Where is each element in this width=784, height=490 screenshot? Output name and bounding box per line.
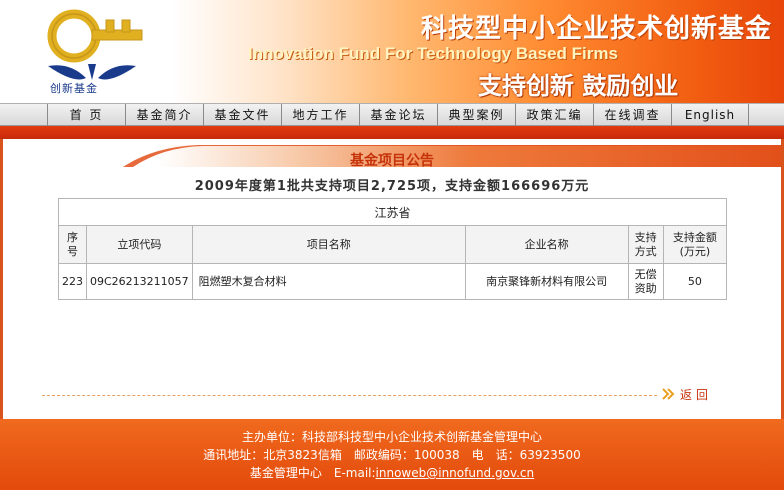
nav-item-english[interactable]: English xyxy=(671,104,749,126)
cell-code: 09C26213211057 xyxy=(86,263,193,300)
footer-email-prefix: 基金管理中心 E-mail: xyxy=(249,466,376,480)
cell-company: 南京聚锋新材料有限公司 xyxy=(464,263,629,300)
nav-item-home[interactable]: 首 页 xyxy=(47,104,125,126)
header-seq: 序号 xyxy=(58,225,87,264)
header-mode: 支持方式 xyxy=(627,225,664,264)
cell-seq: 223 xyxy=(58,263,87,300)
header-company: 企业名称 xyxy=(464,225,629,264)
province-name: 江苏省 xyxy=(58,198,727,226)
nav-item-fund-forum[interactable]: 基金论坛 xyxy=(359,104,437,126)
cell-project: 阻燃塑木复合材料 xyxy=(191,263,466,300)
footer-address: 通讯地址：北京3823信箱 邮政编码：100038 电 话：63923500 xyxy=(203,448,581,462)
site-header: 创新基金 科技型中小企业技术创新基金 Innovation Fund For T… xyxy=(0,0,784,103)
double-chevron-right-icon xyxy=(662,388,675,400)
notice-title: 基金项目公告 xyxy=(350,153,434,169)
header-project: 项目名称 xyxy=(191,225,466,264)
main-nav: 首 页 基金简介 基金文件 地方工作 基金论坛 典型案例 政策汇编 在线调查 E… xyxy=(0,103,784,126)
nav-item-online-survey[interactable]: 在线调查 xyxy=(593,104,671,126)
nav-item-fund-intro[interactable]: 基金简介 xyxy=(125,104,203,126)
footer-contact: 基金管理中心 E-mail:innoweb@innofund.gov.cn xyxy=(0,464,784,482)
cell-amount: 50 xyxy=(662,263,728,300)
footer-organizer: 主办单位：科技部科技型中小企业技术创新基金管理中心 xyxy=(241,430,542,444)
header-code: 立项代码 xyxy=(86,225,193,264)
back-label: 返回 xyxy=(680,387,713,402)
site-title-english: Innovation Fund For Technology Based Fir… xyxy=(248,44,618,63)
logo-text: 创新基金 xyxy=(50,82,98,95)
site-title-chinese: 科技型中小企业技术创新基金 xyxy=(420,14,772,44)
back-link[interactable]: 返回 xyxy=(662,386,712,402)
cell-mode: 无偿资助 xyxy=(627,263,664,300)
site-slogan: 支持创新 鼓励创业 xyxy=(478,72,679,100)
site-footer: 主办单位：科技部科技型中小企业技术创新基金管理中心 通讯地址：北京3823信箱 … xyxy=(0,419,784,490)
table-header-row: 序号 立项代码 项目名称 企业名称 支持方式 支持金额(万元) xyxy=(58,225,728,264)
nav-item-typical-cases[interactable]: 典型案例 xyxy=(437,104,515,126)
nav-items: 首 页 基金简介 基金文件 地方工作 基金论坛 典型案例 政策汇编 在线调查 E… xyxy=(47,104,749,126)
dotted-divider xyxy=(42,395,657,396)
project-table: 江苏省 序号 立项代码 项目名称 企业名称 支持方式 支持金额(万元) 223 … xyxy=(58,198,728,300)
header-amount: 支持金额(万元) xyxy=(662,225,728,264)
header-divider-band xyxy=(0,126,784,139)
notice-subtitle: 2009年度第1批共支持项目2,725项，支持金额166696万元 xyxy=(194,179,590,194)
nav-item-fund-docs[interactable]: 基金文件 xyxy=(203,104,281,126)
nav-item-local-work[interactable]: 地方工作 xyxy=(281,104,359,126)
table-row: 223 09C26213211057 阻燃塑木复合材料 南京聚锋新材料有限公司 … xyxy=(58,263,728,300)
footer-email-link[interactable]: innoweb@innofund.gov.cn xyxy=(376,466,535,480)
nav-item-policy-collection[interactable]: 政策汇编 xyxy=(515,104,593,126)
